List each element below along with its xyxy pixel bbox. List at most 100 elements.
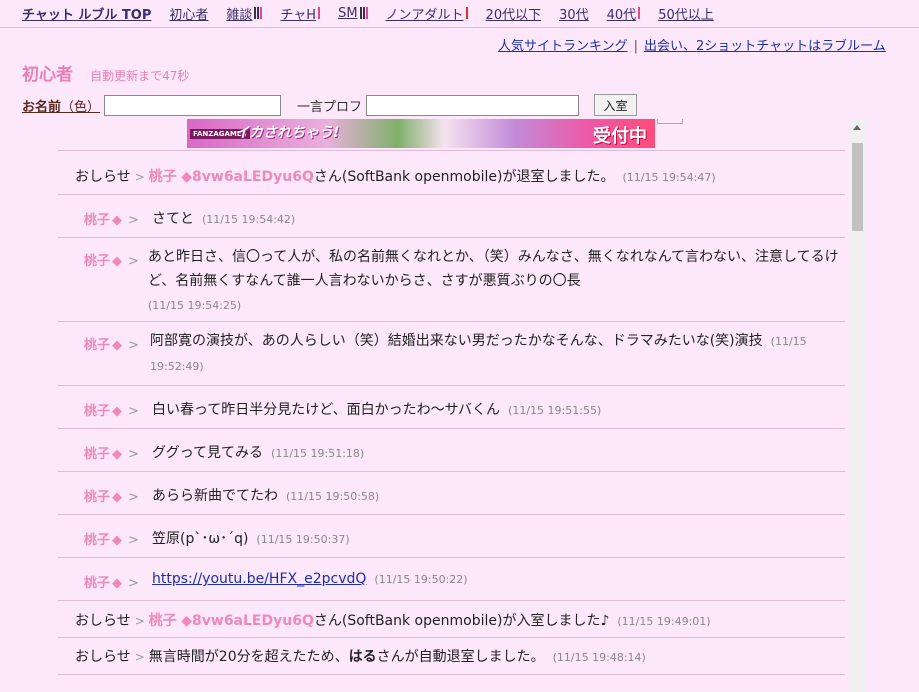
profile-label: 一言プロフ: [297, 99, 363, 115]
arrow: >: [128, 338, 139, 353]
nav-beginner-link[interactable]: 初心者: [169, 4, 208, 23]
activity-bar: [365, 7, 368, 19]
log-row-message: 桃子 ◆ > あと昨日さ、信〇って人が、私の名前無くなれとか、（笑）みんなさ、無くな…: [58, 237, 845, 321]
activity-bars: [359, 7, 368, 19]
name-input[interactable]: [104, 94, 282, 116]
ad-banner[interactable]: FANZAGAMES イカされちゃう! 受付中: [187, 119, 655, 148]
log-row-message: 桃子 ◆ > 白い春って昨日半分見たけど、面白かったわ～サバくん (11/15 19:…: [58, 385, 845, 428]
speaker-name[interactable]: 桃子: [84, 533, 110, 548]
nav-40s-link[interactable]: 40代: [607, 4, 641, 23]
timestamp: (11/15 19:51:55): [508, 404, 602, 417]
trip-diamond-icon: ◆: [112, 338, 123, 353]
arrow: >: [128, 447, 139, 462]
activity-bars: [318, 7, 321, 19]
chat-log: おしらせ > 桃子 ◆8vw6aLEDyu6Qさん(SoftBank openmob…: [58, 150, 845, 692]
nav-chat-link[interactable]: 雑談: [226, 4, 263, 23]
ad-info-tag[interactable]: [657, 119, 683, 124]
nav-30s-link[interactable]: 30代: [559, 4, 589, 23]
activity-bar: [638, 7, 641, 19]
trip-diamond-icon: ◆: [112, 254, 123, 269]
speaker-name[interactable]: 桃子: [84, 404, 110, 419]
message-text: ググって見てみる: [152, 445, 264, 461]
auto-refresh-timer: 自動更新まで47秒: [90, 69, 190, 83]
activity-bar: [465, 7, 468, 19]
name-label[interactable]: お名前（色）: [22, 96, 100, 115]
log-row-message: 桃子 ◆ > https://youtu.be/HFX_e2pcvdQ (11/15 …: [58, 557, 845, 600]
arrow: >: [128, 254, 139, 269]
activity-bars: [638, 7, 641, 19]
chat-scrollbar[interactable]: [849, 120, 866, 692]
notice-trip: ◆8vw6aLEDyu6Q: [181, 169, 314, 185]
speaker-name[interactable]: 桃子: [84, 576, 110, 591]
notice-label: おしらせ: [75, 613, 131, 629]
speaker-name[interactable]: 桃子: [84, 447, 110, 462]
timestamp: (11/15 19:54:42): [202, 213, 296, 226]
log-row-notice: おしらせ > 無言時間が20分を超えたため、はるさんが自動退室しました。 (11/15…: [58, 637, 845, 674]
timestamp: (11/15 19:54:25): [148, 299, 242, 312]
chat-page: チャット ルブル TOP 初心者 雑談 チャH SM ノンアダルト 20代以下 …: [0, 0, 919, 692]
notice-text: さん(SoftBank openmobile)が退室しました。: [313, 169, 615, 185]
scroll-thumb[interactable]: [852, 143, 863, 231]
arrow: >: [134, 650, 145, 664]
nav-chah-link[interactable]: チャH: [280, 4, 321, 23]
log-row-message: 桃子 ◆ > 阿部寛の演技が、あの人らしい（笑）結婚出来ない男だったかなそんな、ドラ…: [58, 321, 845, 385]
activity-bar: [359, 7, 362, 19]
speaker-name[interactable]: 桃子: [84, 254, 110, 269]
notice-user[interactable]: はる: [349, 649, 377, 665]
activity-bar: [257, 7, 260, 19]
log-row-message: 桃子 ◆ > ググって見てみる (11/15 19:51:18): [58, 428, 845, 471]
banner-cta: 受付中: [593, 126, 647, 147]
room-title: 初心者: [22, 65, 73, 85]
trip-diamond-icon: ◆: [112, 213, 123, 228]
activity-bar: [254, 7, 257, 19]
timestamp: (11/15 19:50:58): [286, 490, 380, 503]
link-separator: |: [633, 39, 639, 54]
notice-user[interactable]: 桃子: [149, 169, 177, 185]
trip-diamond-icon: ◆: [112, 404, 123, 419]
timestamp: (11/15 19:48:14): [552, 651, 646, 664]
message-text: 阿部寛の演技が、あの人らしい（笑）結婚出来ない男だったかなそんな、ドラマみたいな…: [150, 333, 763, 349]
notice-label: おしらせ: [75, 169, 131, 185]
speaker-name[interactable]: 桃子: [84, 213, 110, 228]
activity-bar: [362, 7, 365, 19]
speaker-name[interactable]: 桃子: [84, 490, 110, 505]
timestamp: (11/15 19:49:01): [617, 615, 711, 628]
notice-trip: ◆8vw6aLEDyu6Q: [181, 613, 314, 629]
nav-nonadult-link[interactable]: ノンアダルト: [386, 4, 468, 23]
promo-links: 人気サイトランキング | 出会い、2ショットチャットはラブルーム: [498, 35, 886, 54]
trip-diamond-icon: ◆: [112, 533, 123, 548]
notice-user[interactable]: 桃子: [149, 613, 177, 629]
timestamp: (11/15 19:50:37): [256, 533, 350, 546]
log-row-notice: おしらせ > 桃子 ◆8vw6aLEDyu6Qさん(SoftBank openmob…: [58, 600, 845, 637]
trip-diamond-icon: ◆: [112, 576, 123, 591]
trip-diamond-icon: ◆: [112, 447, 123, 462]
notice-text: さんが自動退室しました。: [376, 649, 545, 665]
log-row-notice: おしらせ > 桃子 ◆8vw6aLEDyu6Qさん(SoftBank openmob…: [58, 150, 845, 194]
scroll-up-arrow-icon[interactable]: [853, 125, 861, 130]
profile-input[interactable]: [366, 94, 580, 116]
log-row-cut: [58, 674, 845, 692]
youtube-link[interactable]: https://youtu.be/HFX_e2pcvdQ: [152, 571, 366, 587]
color-label: （色）: [61, 99, 101, 115]
arrow: >: [128, 404, 139, 419]
arrow: >: [128, 576, 139, 591]
enter-room-button[interactable]: 入室: [594, 94, 638, 116]
arrow: >: [134, 614, 145, 628]
nav-20s-link[interactable]: 20代以下: [486, 4, 542, 23]
nav-top-link[interactable]: チャット ルブル TOP: [22, 4, 151, 23]
nav-sm-link[interactable]: SM: [338, 6, 368, 21]
banner-text: イカされちゃう!: [235, 125, 340, 141]
activity-bar: [260, 7, 263, 19]
message-text: さてと: [152, 211, 194, 227]
activity-bar: [318, 7, 321, 19]
log-row-message: 桃子 ◆ > さてと (11/15 19:54:42): [58, 194, 845, 237]
activity-bars: [465, 7, 468, 19]
ranking-link[interactable]: 人気サイトランキング: [498, 39, 628, 54]
speaker-name[interactable]: 桃子: [84, 338, 110, 353]
timestamp: (11/15 19:51:18): [271, 447, 365, 460]
timestamp: (11/15 19:50:22): [374, 573, 468, 586]
activity-bars: [254, 7, 263, 19]
loveroom-link[interactable]: 出会い、2ショットチャットはラブルーム: [644, 39, 886, 54]
nav-50s-link[interactable]: 50代以上: [658, 4, 714, 23]
entry-form: お名前（色） 一言プロフ 入室: [22, 94, 638, 116]
